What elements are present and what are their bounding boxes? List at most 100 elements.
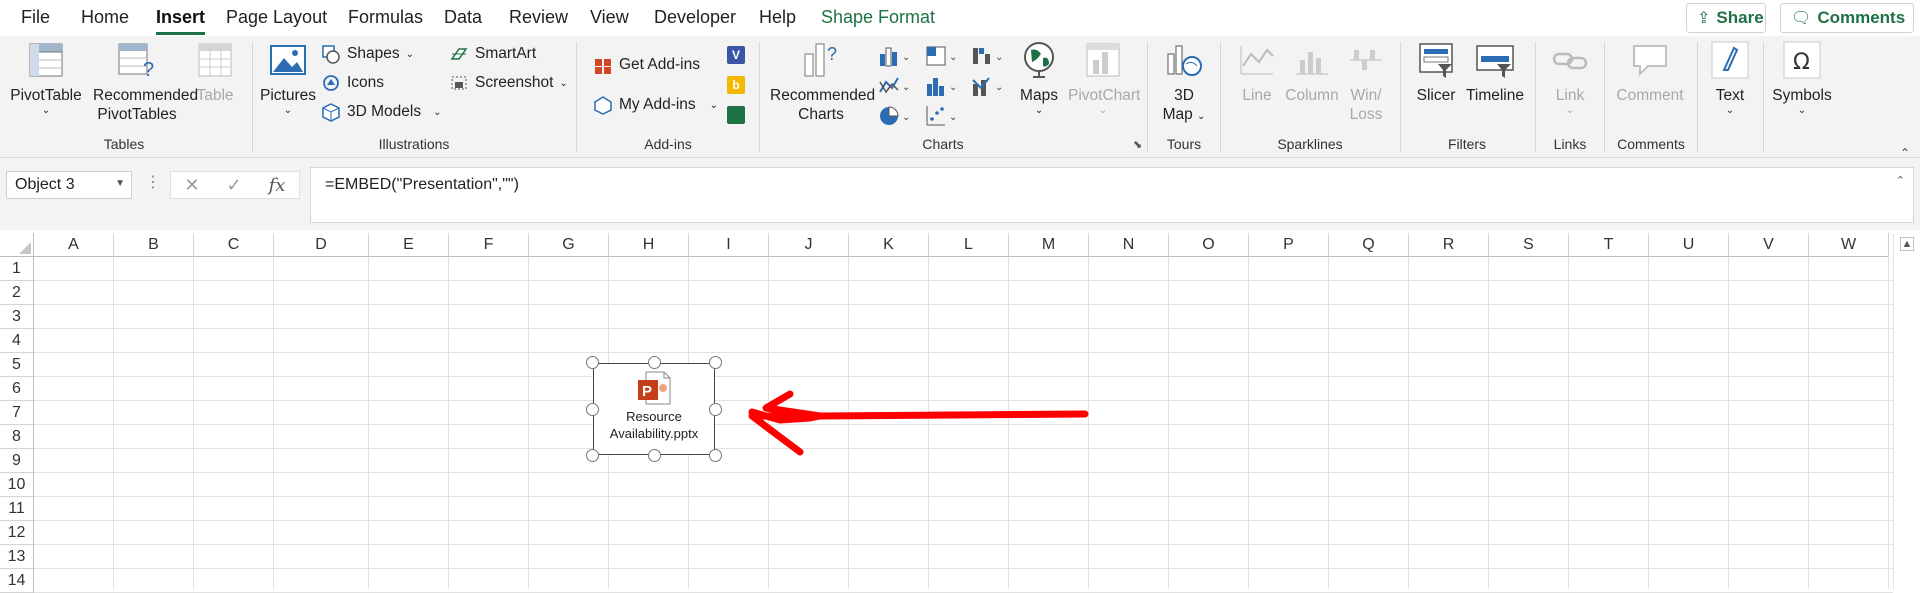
- column-header-s[interactable]: S: [1489, 233, 1569, 257]
- column-header-l[interactable]: L: [929, 233, 1009, 257]
- get-add-ins-button[interactable]: Get Add-ins: [593, 55, 700, 75]
- tab-review[interactable]: Review: [509, 7, 568, 28]
- text-button[interactable]: Text ⌄: [1707, 40, 1753, 117]
- tab-data[interactable]: Data: [444, 7, 482, 28]
- waterfall-chart-icon[interactable]: ⌄: [971, 44, 1005, 68]
- column-header-t[interactable]: T: [1569, 233, 1649, 257]
- tab-view[interactable]: View: [590, 7, 629, 28]
- icons-button[interactable]: Icons: [321, 73, 384, 93]
- row-header-1[interactable]: 1: [0, 257, 34, 281]
- row-header-3[interactable]: 3: [0, 305, 34, 329]
- new-comment-button[interactable]: Comment: [1612, 40, 1688, 105]
- column-header-b[interactable]: B: [114, 233, 194, 257]
- column-header-q[interactable]: Q: [1329, 233, 1409, 257]
- pivottable-button[interactable]: PivotTable ⌄: [8, 40, 84, 117]
- sparkline-winloss-button[interactable]: Win/ Loss: [1344, 40, 1388, 124]
- insert-function-icon[interactable]: fx: [269, 175, 286, 196]
- vertical-scrollbar[interactable]: ▲: [1893, 233, 1920, 589]
- row-header-8[interactable]: 8: [0, 425, 34, 449]
- column-header-p[interactable]: P: [1249, 233, 1329, 257]
- name-box[interactable]: Object 3 ▼: [6, 171, 132, 199]
- select-all-button[interactable]: [0, 233, 34, 257]
- column-header-o[interactable]: O: [1169, 233, 1249, 257]
- row-header-7[interactable]: 7: [0, 401, 34, 425]
- tab-help[interactable]: Help: [759, 7, 796, 28]
- row-header-4[interactable]: 4: [0, 329, 34, 353]
- pivotchart-button[interactable]: PivotChart ⌄: [1068, 40, 1140, 117]
- bing-icon[interactable]: b: [727, 76, 745, 94]
- row-header-6[interactable]: 6: [0, 377, 34, 401]
- row-header-14[interactable]: 14: [0, 569, 34, 593]
- combo-chart-icon[interactable]: ⌄: [971, 74, 1005, 98]
- row-header-5[interactable]: 5: [0, 353, 34, 377]
- 3d-models-button[interactable]: 3D Models ⌄: [321, 102, 441, 122]
- resize-handle[interactable]: [586, 356, 599, 369]
- scatter-chart-icon[interactable]: ⌄: [925, 104, 959, 128]
- column-header-d[interactable]: D: [274, 233, 369, 257]
- row-header-13[interactable]: 13: [0, 545, 34, 569]
- tab-file[interactable]: File: [21, 7, 50, 28]
- tab-insert[interactable]: Insert: [156, 7, 206, 35]
- comments-button[interactable]: 🗨 Comments: [1780, 3, 1914, 33]
- tab-formulas[interactable]: Formulas: [348, 7, 423, 28]
- symbols-button[interactable]: Ω Symbols ⌄: [1770, 40, 1834, 117]
- column-header-a[interactable]: A: [34, 233, 114, 257]
- column-header-c[interactable]: C: [194, 233, 274, 257]
- resize-handle[interactable]: [709, 356, 722, 369]
- resize-handle[interactable]: [586, 403, 599, 416]
- enter-check-icon[interactable]: ✓: [227, 175, 242, 196]
- statistic-chart-icon[interactable]: ⌄: [925, 74, 959, 98]
- pictures-button[interactable]: Pictures ⌄: [260, 40, 316, 117]
- hierarchy-chart-icon[interactable]: ⌄: [925, 44, 959, 68]
- chevron-down-icon[interactable]: ▼: [115, 178, 125, 189]
- share-button[interactable]: ⇪ Share: [1686, 3, 1766, 33]
- collapse-formula-bar-icon[interactable]: ⌃: [1896, 174, 1905, 187]
- line-chart-icon[interactable]: ⌄: [878, 74, 912, 98]
- more-options-icon[interactable]: ⋮: [145, 172, 161, 192]
- formula-input[interactable]: =EMBED("Presentation","") ⌃: [310, 167, 1914, 223]
- scroll-up-arrow-icon[interactable]: ▲: [1900, 237, 1914, 251]
- timeline-button[interactable]: Timeline: [1463, 40, 1527, 105]
- resize-handle[interactable]: [709, 403, 722, 416]
- dialog-launcher-icon[interactable]: ⬊: [1133, 138, 1142, 151]
- column-header-h[interactable]: H: [609, 233, 689, 257]
- my-add-ins-button[interactable]: My Add-ins ⌄: [593, 95, 718, 115]
- screenshot-button[interactable]: Screenshot ⌄: [449, 73, 568, 93]
- resize-handle[interactable]: [648, 356, 661, 369]
- maps-button[interactable]: Maps ⌄: [1015, 40, 1063, 117]
- table-button[interactable]: Table: [193, 40, 237, 105]
- row-header-11[interactable]: 11: [0, 497, 34, 521]
- link-button[interactable]: Link ⌄: [1545, 40, 1595, 117]
- column-header-n[interactable]: N: [1089, 233, 1169, 257]
- pie-chart-icon[interactable]: ⌄: [878, 104, 912, 128]
- column-header-j[interactable]: J: [769, 233, 849, 257]
- visio-icon[interactable]: V: [727, 46, 745, 64]
- recommended-pivottables-button[interactable]: ? Recommended PivotTables: [93, 40, 198, 124]
- shapes-button[interactable]: Shapes ⌄: [321, 44, 414, 64]
- column-header-i[interactable]: I: [689, 233, 769, 257]
- 3d-map-button[interactable]: 3D Map ⌄: [1158, 40, 1210, 126]
- column-header-r[interactable]: R: [1409, 233, 1489, 257]
- people-graph-icon[interactable]: [727, 106, 745, 124]
- row-header-9[interactable]: 9: [0, 449, 34, 473]
- resize-handle[interactable]: [648, 449, 661, 462]
- column-header-k[interactable]: K: [849, 233, 929, 257]
- row-header-12[interactable]: 12: [0, 521, 34, 545]
- tab-home[interactable]: Home: [81, 7, 129, 28]
- column-header-u[interactable]: U: [1649, 233, 1729, 257]
- smartart-button[interactable]: SmartArt: [449, 44, 536, 64]
- slicer-button[interactable]: Slicer: [1410, 40, 1462, 105]
- cancel-icon[interactable]: ✕: [184, 175, 199, 196]
- resize-handle[interactable]: [586, 449, 599, 462]
- resize-handle[interactable]: [709, 449, 722, 462]
- column-header-g[interactable]: G: [529, 233, 609, 257]
- tab-developer[interactable]: Developer: [654, 7, 736, 28]
- sparkline-line-button[interactable]: Line: [1235, 40, 1279, 105]
- row-header-10[interactable]: 10: [0, 473, 34, 497]
- column-chart-icon[interactable]: ⌄: [878, 44, 912, 68]
- row-header-2[interactable]: 2: [0, 281, 34, 305]
- column-header-w[interactable]: W: [1809, 233, 1889, 257]
- embedded-object[interactable]: P Resource Availability.pptx: [586, 356, 722, 462]
- tab-page-layout[interactable]: Page Layout: [226, 7, 327, 28]
- tab-shape-format[interactable]: Shape Format: [821, 7, 935, 28]
